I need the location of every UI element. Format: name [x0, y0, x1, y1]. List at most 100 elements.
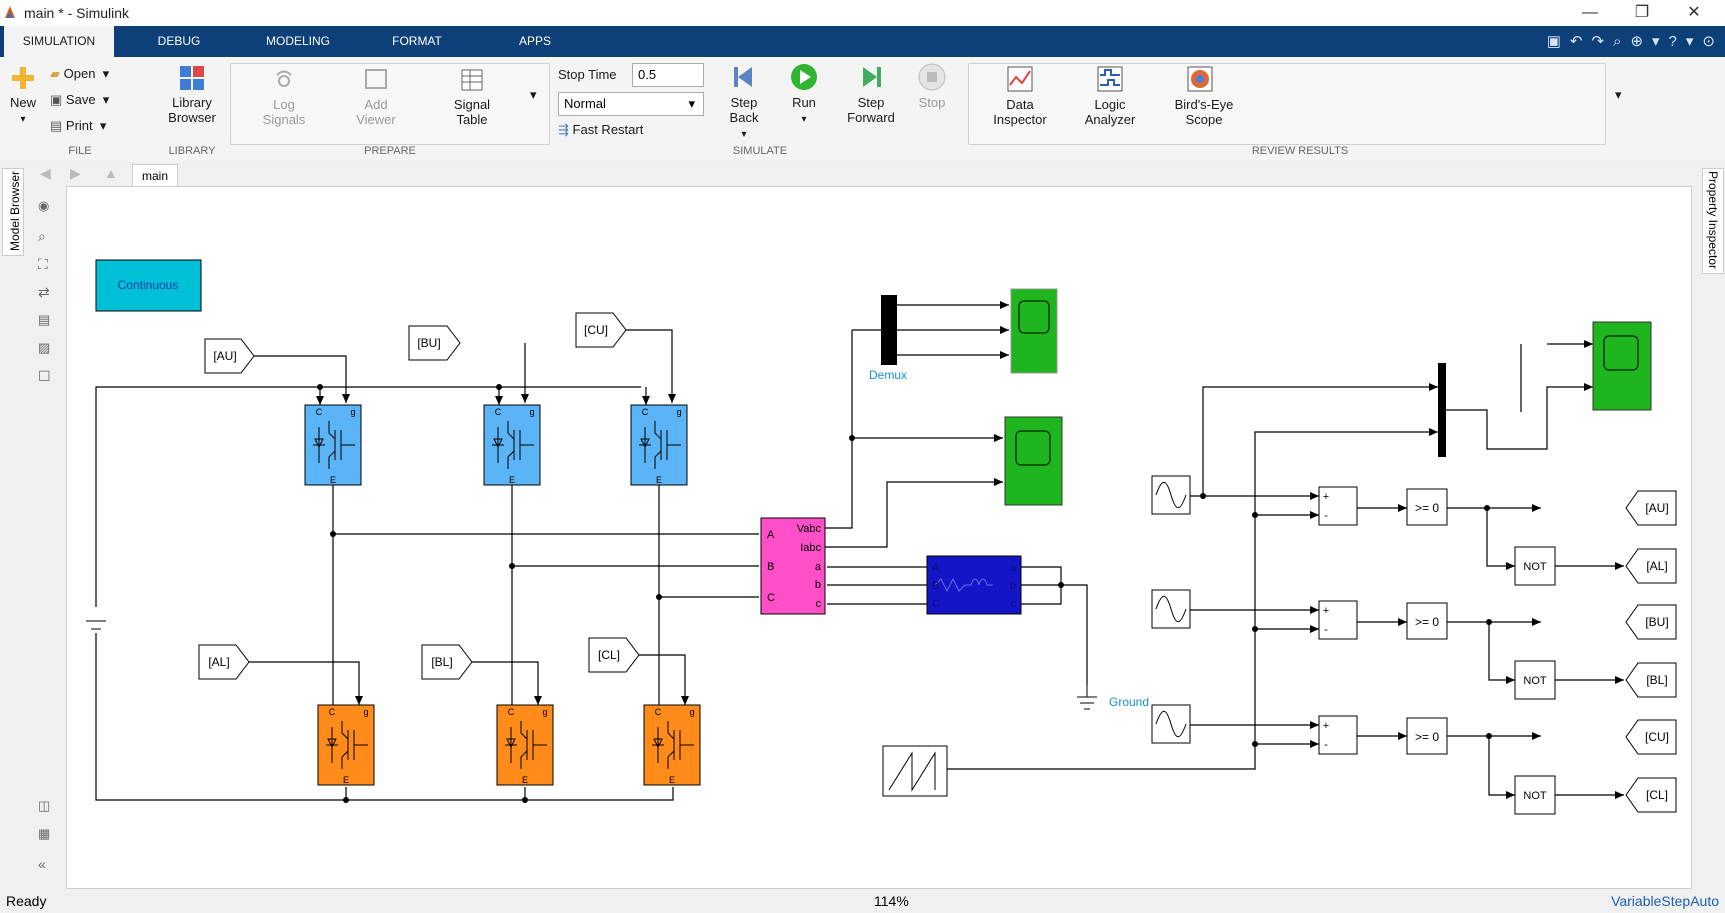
sine-wave-block[interactable] [1151, 704, 1191, 744]
logic-analyzer-button[interactable]: Logic Analyzer [1078, 65, 1142, 127]
goto-output-tag[interactable]: [BL] [1625, 662, 1677, 698]
sum-block[interactable]: +- [1318, 486, 1358, 526]
ground-block[interactable] [1077, 685, 1097, 710]
property-inspector-tab[interactable]: Property Inspector [1702, 168, 1724, 274]
dc-voltage-source[interactable] [86, 620, 106, 630]
goto-output-tag[interactable]: [CL] [1625, 777, 1677, 813]
explorer-icon[interactable]: ▦ [38, 826, 54, 842]
sine-wave-block[interactable] [1151, 589, 1191, 629]
powergui-block[interactable]: Continuous [95, 259, 202, 312]
new-button[interactable]: New ▾ [6, 65, 40, 127]
step-forward-button[interactable]: Step Forward [842, 63, 900, 125]
three-phase-measurement-block[interactable]: A B C Vabc Iabc a b c [760, 517, 826, 615]
model-browser-tab[interactable]: Model Browser [2, 168, 24, 256]
run-button[interactable]: Run ▾ [776, 63, 832, 127]
find-icon[interactable]: ⊕ [1630, 32, 1643, 50]
three-phase-load-block[interactable]: A B C a b c [926, 555, 1022, 615]
simulation-mode-select[interactable]: Normal ▾ [558, 92, 704, 116]
undo-icon[interactable]: ↶ [1570, 32, 1583, 50]
signal-table-button[interactable]: Signal Table [446, 67, 498, 127]
minimize-button[interactable]: — [1568, 2, 1612, 24]
goto-tag-bu[interactable]: [BU] [417, 336, 440, 350]
dropdown-icon[interactable]: ▾ [1652, 32, 1660, 50]
logical-not-block[interactable]: NOT [1514, 660, 1556, 700]
section-label-library: LIBRARY [168, 145, 216, 157]
goto-tag-al[interactable]: [AL] [208, 655, 229, 669]
review-expand-icon[interactable]: ▾ [1615, 87, 1622, 103]
sine-wave-block[interactable] [1151, 475, 1191, 515]
solver-link[interactable]: VariableStepAuto [1611, 893, 1719, 909]
tab-apps[interactable]: APPS [500, 26, 570, 57]
goto-tag-cu[interactable]: [CU] [584, 323, 608, 337]
goto-tag-cl[interactable]: [CL] [598, 648, 620, 662]
compare-to-zero-block[interactable]: >= 0 [1406, 488, 1448, 526]
scope-block[interactable] [1004, 416, 1063, 506]
stop-button[interactable]: Stop [914, 63, 950, 110]
fit-view-icon[interactable]: ⛶ [38, 256, 54, 272]
redo-icon[interactable]: ↷ [1591, 32, 1604, 50]
data-inspector-button[interactable]: Data Inspector [988, 65, 1052, 127]
block-diagram[interactable]: Continuous [AU] [BU] [CU] [AL] [BL] [CL]… [67, 187, 1693, 890]
close-button[interactable]: ✕ [1672, 2, 1716, 24]
breadcrumb-main[interactable]: main [132, 164, 178, 187]
logical-not-block[interactable]: NOT [1514, 775, 1556, 815]
igbt-upper-a[interactable]: Cg E [304, 404, 362, 486]
model-canvas[interactable]: Continuous [AU] [BU] [CU] [AL] [BL] [CL]… [66, 186, 1692, 889]
scope-block[interactable] [1592, 321, 1652, 411]
settings-icon[interactable]: ⊙ [1702, 32, 1715, 50]
compare-to-zero-block[interactable]: >= 0 [1406, 602, 1448, 640]
add-viewer-button[interactable]: Add Viewer [348, 67, 404, 127]
save-button[interactable]: ▣ Save ▾ [50, 92, 109, 108]
mux-block[interactable] [1438, 363, 1446, 457]
print-button[interactable]: ▤ Print ▾ [50, 118, 106, 134]
igbt-lower-a[interactable]: Cg E [317, 704, 375, 786]
tab-simulation[interactable]: SIMULATION [4, 26, 114, 57]
save-icon[interactable]: ▣ [1547, 32, 1561, 50]
goto-tag-bl[interactable]: [BL] [431, 655, 452, 669]
collapse-icon[interactable]: « [38, 856, 54, 872]
svg-text:C: C [767, 592, 775, 604]
library-browser-button[interactable]: Library Browser [164, 65, 220, 125]
goto-output-tag[interactable]: [AL] [1625, 548, 1677, 584]
image-icon[interactable]: ▨ [38, 340, 54, 356]
prepare-expand-icon[interactable]: ▾ [530, 87, 537, 103]
compare-to-zero-block[interactable]: >= 0 [1406, 717, 1448, 755]
area-icon[interactable]: ☐ [38, 368, 54, 384]
demux-block[interactable] [881, 295, 897, 365]
stop-time-input[interactable]: 0.5 [632, 63, 704, 87]
goto-output-tag[interactable]: [AU] [1625, 490, 1677, 526]
igbt-lower-c[interactable]: Cg E [643, 704, 701, 786]
tab-debug[interactable]: DEBUG [134, 26, 224, 57]
forward-icon[interactable]: ▶ [70, 165, 81, 182]
zoom-icon[interactable]: ⌕ [1613, 33, 1621, 50]
igbt-upper-b[interactable]: Cg E [483, 404, 541, 486]
zoom-level[interactable]: 114% [874, 893, 909, 909]
restore-button[interactable]: ❐ [1620, 2, 1664, 24]
goto-tag-au[interactable]: [AU] [213, 349, 236, 363]
scope-block[interactable] [1010, 288, 1058, 374]
annotation-icon[interactable]: ▤ [38, 312, 54, 328]
zoom-icon[interactable]: ⌕ [38, 228, 54, 244]
hide-show-icon[interactable]: ◉ [38, 198, 54, 214]
camera-icon[interactable]: ◫ [38, 798, 54, 814]
open-button[interactable]: ▰ Open ▾ [50, 66, 109, 82]
sum-block[interactable]: +- [1318, 600, 1358, 640]
goto-output-tag[interactable]: [BU] [1625, 604, 1677, 640]
back-icon[interactable]: ◀ [40, 165, 51, 182]
step-back-button[interactable]: Step Back ▾ [716, 63, 772, 142]
logical-not-block[interactable]: NOT [1514, 546, 1556, 586]
up-icon[interactable]: ▲ [104, 165, 118, 181]
igbt-lower-b[interactable]: Cg E [496, 704, 554, 786]
goto-output-tag[interactable]: [CU] [1625, 719, 1677, 755]
dropdown-icon[interactable]: ▾ [1686, 32, 1694, 50]
help-icon[interactable]: ? [1669, 33, 1677, 50]
arrow-icon[interactable]: ⇄ [38, 284, 54, 300]
tab-modeling[interactable]: MODELING [248, 26, 348, 57]
sum-block[interactable]: +- [1318, 715, 1358, 755]
log-signals-button[interactable]: Log Signals [254, 67, 314, 127]
igbt-upper-c[interactable]: Cg E [630, 404, 688, 486]
fast-restart-button[interactable]: ⇶ Fast Restart [558, 122, 643, 138]
repeating-sequence-block[interactable] [882, 745, 948, 797]
tab-format[interactable]: FORMAT [370, 26, 464, 57]
birds-eye-scope-button[interactable]: Bird's-Eye Scope [1164, 65, 1236, 127]
